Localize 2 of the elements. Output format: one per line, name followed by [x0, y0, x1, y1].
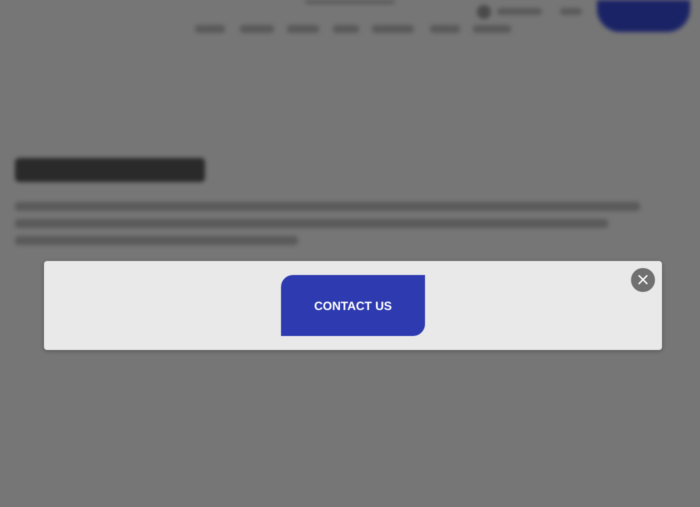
close-button[interactable]: ×: [631, 268, 655, 292]
contact-us-button[interactable]: CONTACT US: [281, 275, 425, 336]
